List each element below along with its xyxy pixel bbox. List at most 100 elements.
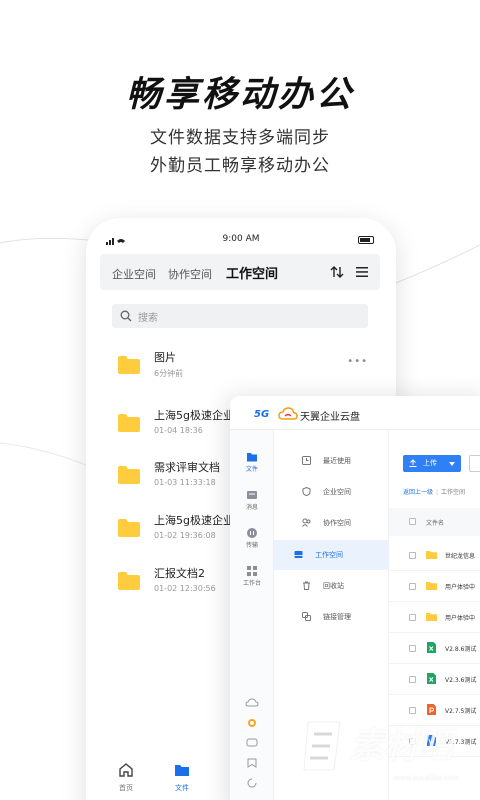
- tab-enterprise-space[interactable]: 企业空间: [112, 266, 156, 282]
- new-folder-button[interactable]: [469, 455, 480, 472]
- table-row[interactable]: V2.3.6测试: [389, 664, 480, 695]
- chevron-down-icon: [449, 462, 455, 466]
- file-time: 01-02 12:30:56: [154, 584, 216, 593]
- file-name: 用户体验中: [445, 584, 476, 591]
- search-placeholder: 搜索: [138, 313, 158, 324]
- tab-collaboration-space[interactable]: 协作空间: [168, 266, 212, 282]
- file-name: 世纪龙信息: [445, 553, 476, 560]
- file-name: V2.3.6测试: [445, 677, 477, 684]
- subtitle-line-2: 外勤员工畅享移动办公: [150, 156, 330, 176]
- folder-icon: [426, 613, 437, 621]
- file-time: 01-03 11:33:18: [154, 478, 216, 487]
- nav-label: 最近使用: [323, 457, 351, 465]
- menu-icon[interactable]: [356, 266, 368, 278]
- column-header-filename[interactable]: 文件名: [426, 518, 444, 527]
- breadcrumb-current: 工作空间: [441, 489, 466, 496]
- row-checkbox[interactable]: [409, 676, 416, 683]
- folder-icon: [118, 519, 140, 537]
- folder-icon: [118, 414, 140, 432]
- rail-item-transfer[interactable]: 传输: [230, 528, 274, 549]
- activity-icon[interactable]: [230, 718, 274, 728]
- sort-icon[interactable]: [330, 265, 344, 279]
- nav-item-work-space[interactable]: 工作空间: [274, 540, 388, 570]
- row-checkbox[interactable]: [409, 583, 416, 590]
- breadcrumb: 返回上一级 | 工作空间: [403, 487, 465, 496]
- bottom-nav-home[interactable]: 首页: [106, 762, 146, 793]
- search-input[interactable]: 搜索: [112, 304, 368, 328]
- rail-label: 文件: [245, 466, 258, 473]
- clock-icon: [302, 456, 311, 465]
- bottom-nav-label: 文件: [175, 784, 189, 792]
- rail-item-messages[interactable]: 消息: [230, 490, 274, 511]
- nav-item-enterprise-space[interactable]: 企业空间: [282, 477, 388, 507]
- file-time: 01-02 19:36:08: [154, 531, 216, 540]
- file-name: 上海5g极速企业: [154, 409, 234, 422]
- 5g-logo: 5G: [254, 409, 270, 420]
- file-name: 用户体验中: [445, 615, 476, 622]
- breadcrumb-back-link[interactable]: 返回上一级: [403, 489, 433, 496]
- rail-item-workbench[interactable]: 工作台: [230, 566, 274, 587]
- nav-label: 工作空间: [315, 551, 343, 559]
- row-checkbox[interactable]: [409, 645, 416, 652]
- upload-icon: [409, 459, 417, 467]
- watermark: 素材吧 www.sucaibar.com: [298, 712, 478, 792]
- more-icon[interactable]: •••: [347, 356, 368, 367]
- nav-label: 企业空间: [323, 488, 351, 496]
- battery-icon: [358, 236, 374, 244]
- nav-label: 回收站: [323, 582, 344, 590]
- refresh-icon[interactable]: [230, 778, 274, 788]
- nav-item-collaboration-space[interactable]: 协作空间: [282, 508, 388, 538]
- nav-label: 协作空间: [323, 519, 351, 527]
- watermark-text: 素材吧: [350, 726, 452, 766]
- chat-icon[interactable]: [230, 738, 274, 748]
- rail-label: 传输: [245, 542, 258, 549]
- app-brand-name: 天翼企业云盘: [300, 412, 360, 423]
- file-icon: [247, 453, 257, 462]
- rail-item-files[interactable]: 文件: [230, 452, 274, 473]
- search-icon: [120, 310, 132, 322]
- drive-icon: [294, 551, 303, 558]
- folder-icon: [426, 551, 437, 559]
- nav-item-recycle-bin[interactable]: 回收站: [282, 571, 388, 601]
- shield-icon: [302, 487, 311, 496]
- headline: 畅享移动办公: [125, 75, 354, 115]
- bottom-nav-label: 首页: [119, 784, 133, 792]
- row-checkbox[interactable]: [409, 552, 416, 559]
- status-time: 9:00 AM: [222, 234, 260, 244]
- folder-icon: [175, 765, 189, 776]
- table-row[interactable]: 用户体验中: [389, 571, 480, 602]
- watermark-logo-icon: [303, 721, 341, 771]
- breadcrumb-separator: |: [436, 489, 439, 496]
- file-name: 上海5g极速企业: [154, 514, 234, 527]
- list-item[interactable]: 图片 6分钟前 •••: [116, 348, 376, 388]
- users-icon: [302, 518, 311, 527]
- excel-file-icon: [427, 642, 436, 653]
- side-rail: 文件 消息 传输 工作台: [230, 430, 274, 800]
- nav-item-link-management[interactable]: 链接管理: [282, 602, 388, 632]
- bottom-nav-files[interactable]: 文件: [162, 762, 202, 793]
- file-name: 汇报文档2: [154, 567, 205, 580]
- table-row[interactable]: 世纪龙信息: [389, 540, 480, 571]
- table-row[interactable]: V2.8.6测试: [389, 633, 480, 664]
- table-row[interactable]: 用户体验中: [389, 602, 480, 633]
- file-name: 图片: [154, 351, 176, 364]
- file-name: 需求评审文档: [154, 461, 220, 474]
- row-checkbox[interactable]: [409, 614, 416, 621]
- upload-button[interactable]: 上传: [403, 455, 461, 472]
- excel-file-icon: [427, 673, 436, 684]
- folder-icon: [426, 582, 437, 590]
- cloud-sync-icon[interactable]: [230, 698, 274, 708]
- folder-icon: [118, 572, 140, 590]
- message-icon: [247, 491, 257, 499]
- watermark-url: www.sucaibar.com: [394, 774, 460, 782]
- file-time: 01-04 18:36: [154, 426, 203, 435]
- file-time: 6分钟前: [154, 369, 184, 378]
- nav-item-recent[interactable]: 最近使用: [282, 446, 388, 476]
- bookmark-icon[interactable]: [230, 758, 274, 768]
- cloud-logo-icon: [278, 407, 298, 420]
- trash-icon: [303, 581, 310, 590]
- select-all-checkbox[interactable]: [409, 518, 416, 525]
- folder-icon: [118, 466, 140, 484]
- tab-work-space[interactable]: 工作空间: [226, 263, 278, 282]
- workbench-icon: [247, 566, 257, 576]
